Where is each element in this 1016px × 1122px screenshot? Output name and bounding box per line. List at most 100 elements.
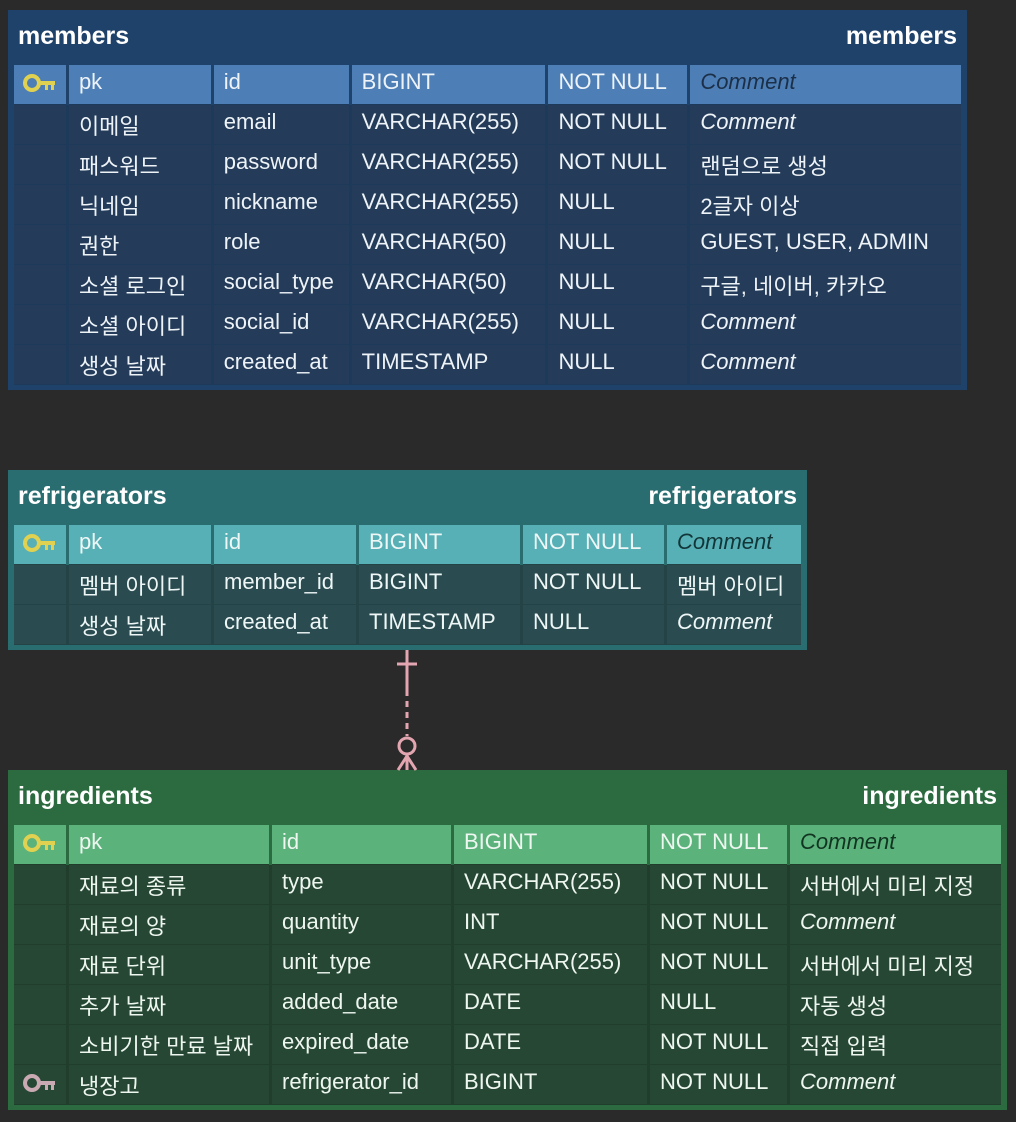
column-comment[interactable]: 구글, 네이버, 카카오: [690, 265, 961, 305]
column-comment[interactable]: Comment: [667, 525, 801, 565]
column-logical-name[interactable]: 재료 단위: [69, 945, 272, 985]
column-data-type[interactable]: VARCHAR(50): [352, 265, 549, 305]
column-comment[interactable]: Comment: [690, 345, 961, 385]
column-logical-name[interactable]: 닉네임: [69, 185, 214, 225]
table-row[interactable]: 소셜 아이디 social_id VARCHAR(255) NULL Comment: [14, 305, 961, 345]
column-data-type[interactable]: BIGINT: [359, 565, 523, 605]
column-logical-name[interactable]: pk: [69, 825, 272, 865]
table-row[interactable]: 소비기한 만료 날짜 expired_date DATE NOT NULL 직접 입력: [14, 1025, 1001, 1065]
column-physical-name[interactable]: type: [272, 865, 454, 905]
column-comment[interactable]: 자동 생성: [790, 985, 1001, 1025]
column-nullable[interactable]: NOT NULL: [523, 565, 667, 605]
column-nullable[interactable]: NULL: [523, 605, 667, 645]
column-physical-name[interactable]: refrigerator_id: [272, 1065, 454, 1105]
column-nullable[interactable]: NULL: [548, 345, 691, 385]
column-physical-name[interactable]: social_id: [214, 305, 352, 345]
column-data-type[interactable]: DATE: [454, 1025, 650, 1065]
column-physical-name[interactable]: quantity: [272, 905, 454, 945]
column-data-type[interactable]: TIMESTAMP: [359, 605, 523, 645]
relationship-connector[interactable]: [380, 650, 440, 772]
column-comment[interactable]: Comment: [790, 1065, 1001, 1105]
table-row[interactable]: 재료 단위 unit_type VARCHAR(255) NOT NULL 서버에서 미…: [14, 945, 1001, 985]
table-row[interactable]: 생성 날짜 created_at TIMESTAMP NULL Comment: [14, 345, 961, 385]
column-comment[interactable]: 멤버 아이디: [667, 565, 801, 605]
table-row[interactable]: 이메일 email VARCHAR(255) NOT NULL Comment: [14, 105, 961, 145]
column-logical-name[interactable]: 생성 날짜: [69, 605, 214, 645]
column-physical-name[interactable]: expired_date: [272, 1025, 454, 1065]
members-table-header[interactable]: members members: [8, 10, 967, 60]
column-comment[interactable]: 서버에서 미리 지정: [790, 865, 1001, 905]
column-logical-name[interactable]: 이메일: [69, 105, 214, 145]
column-comment[interactable]: 서버에서 미리 지정: [790, 945, 1001, 985]
table-row[interactable]: 멤버 아이디 member_id BIGINT NOT NULL 멤버 아이디: [14, 565, 801, 605]
column-data-type[interactable]: BIGINT: [352, 65, 549, 105]
column-comment[interactable]: 2글자 이상: [690, 185, 961, 225]
column-physical-name[interactable]: password: [214, 145, 352, 185]
column-data-type[interactable]: VARCHAR(255): [352, 105, 549, 145]
column-nullable[interactable]: NOT NULL: [650, 1025, 790, 1065]
column-data-type[interactable]: VARCHAR(255): [454, 865, 650, 905]
column-comment[interactable]: Comment: [667, 605, 801, 645]
column-nullable[interactable]: NULL: [548, 225, 691, 265]
column-physical-name[interactable]: id: [214, 525, 359, 565]
ingredients-table-header[interactable]: ingredients ingredients: [8, 770, 1007, 820]
column-physical-name[interactable]: nickname: [214, 185, 352, 225]
column-logical-name[interactable]: pk: [69, 525, 214, 565]
column-data-type[interactable]: BIGINT: [454, 825, 650, 865]
column-data-type[interactable]: INT: [454, 905, 650, 945]
column-comment[interactable]: Comment: [690, 105, 961, 145]
column-data-type[interactable]: TIMESTAMP: [352, 345, 549, 385]
column-comment[interactable]: 직접 입력: [790, 1025, 1001, 1065]
column-nullable[interactable]: NOT NULL: [650, 1065, 790, 1105]
column-nullable[interactable]: NOT NULL: [548, 145, 691, 185]
column-data-type[interactable]: BIGINT: [454, 1065, 650, 1105]
table-row[interactable]: 추가 날짜 added_date DATE NULL 자동 생성: [14, 985, 1001, 1025]
refrigerators-table-header[interactable]: refrigerators refrigerators: [8, 470, 807, 520]
column-data-type[interactable]: VARCHAR(255): [352, 145, 549, 185]
column-nullable[interactable]: NOT NULL: [548, 105, 691, 145]
table-row[interactable]: pk id BIGINT NOT NULL Comment: [14, 65, 961, 105]
table-row[interactable]: pk id BIGINT NOT NULL Comment: [14, 525, 801, 565]
column-physical-name[interactable]: member_id: [214, 565, 359, 605]
column-data-type[interactable]: VARCHAR(50): [352, 225, 549, 265]
column-logical-name[interactable]: 소셜 아이디: [69, 305, 214, 345]
table-row[interactable]: 생성 날짜 created_at TIMESTAMP NULL Comment: [14, 605, 801, 645]
column-physical-name[interactable]: email: [214, 105, 352, 145]
column-data-type[interactable]: BIGINT: [359, 525, 523, 565]
column-data-type[interactable]: VARCHAR(255): [352, 305, 549, 345]
column-logical-name[interactable]: 재료의 양: [69, 905, 272, 945]
column-data-type[interactable]: VARCHAR(255): [352, 185, 549, 225]
column-nullable[interactable]: NOT NULL: [650, 825, 790, 865]
column-comment[interactable]: Comment: [790, 905, 1001, 945]
column-comment[interactable]: 랜덤으로 생성: [690, 145, 961, 185]
table-row[interactable]: 재료의 양 quantity INT NOT NULL Comment: [14, 905, 1001, 945]
column-physical-name[interactable]: unit_type: [272, 945, 454, 985]
table-row[interactable]: 패스워드 password VARCHAR(255) NOT NULL 랜덤으로 생성: [14, 145, 961, 185]
column-physical-name[interactable]: social_type: [214, 265, 352, 305]
column-logical-name[interactable]: 멤버 아이디: [69, 565, 214, 605]
column-logical-name[interactable]: 권한: [69, 225, 214, 265]
ingredients-table[interactable]: ingredients ingredients pk id BIGINT NOT NU…: [8, 770, 1007, 1110]
column-logical-name[interactable]: 생성 날짜: [69, 345, 214, 385]
column-comment[interactable]: Comment: [790, 825, 1001, 865]
column-comment[interactable]: Comment: [690, 305, 961, 345]
column-physical-name[interactable]: created_at: [214, 345, 352, 385]
table-row[interactable]: 권한 role VARCHAR(50) NULL GUEST, USER, ADMIN: [14, 225, 961, 265]
column-comment[interactable]: Comment: [690, 65, 961, 105]
column-nullable[interactable]: NOT NULL: [523, 525, 667, 565]
column-physical-name[interactable]: added_date: [272, 985, 454, 1025]
column-nullable[interactable]: NULL: [548, 265, 691, 305]
table-row[interactable]: 소셜 로그인 social_type VARCHAR(50) NULL 구글, 네이버,…: [14, 265, 961, 305]
table-row[interactable]: 닉네임 nickname VARCHAR(255) NULL 2글자 이상: [14, 185, 961, 225]
column-logical-name[interactable]: 냉장고: [69, 1065, 272, 1105]
table-row[interactable]: pk id BIGINT NOT NULL Comment: [14, 825, 1001, 865]
column-logical-name[interactable]: 재료의 종류: [69, 865, 272, 905]
column-nullable[interactable]: NOT NULL: [650, 905, 790, 945]
column-physical-name[interactable]: id: [214, 65, 352, 105]
column-logical-name[interactable]: 패스워드: [69, 145, 214, 185]
refrigerators-table[interactable]: refrigerators refrigerators pk id BIGINT NO…: [8, 470, 807, 650]
column-nullable[interactable]: NULL: [548, 185, 691, 225]
column-nullable[interactable]: NOT NULL: [548, 65, 691, 105]
members-table[interactable]: members members pk id BIGINT NOT NULL Commen…: [8, 10, 967, 390]
column-logical-name[interactable]: 소셜 로그인: [69, 265, 214, 305]
